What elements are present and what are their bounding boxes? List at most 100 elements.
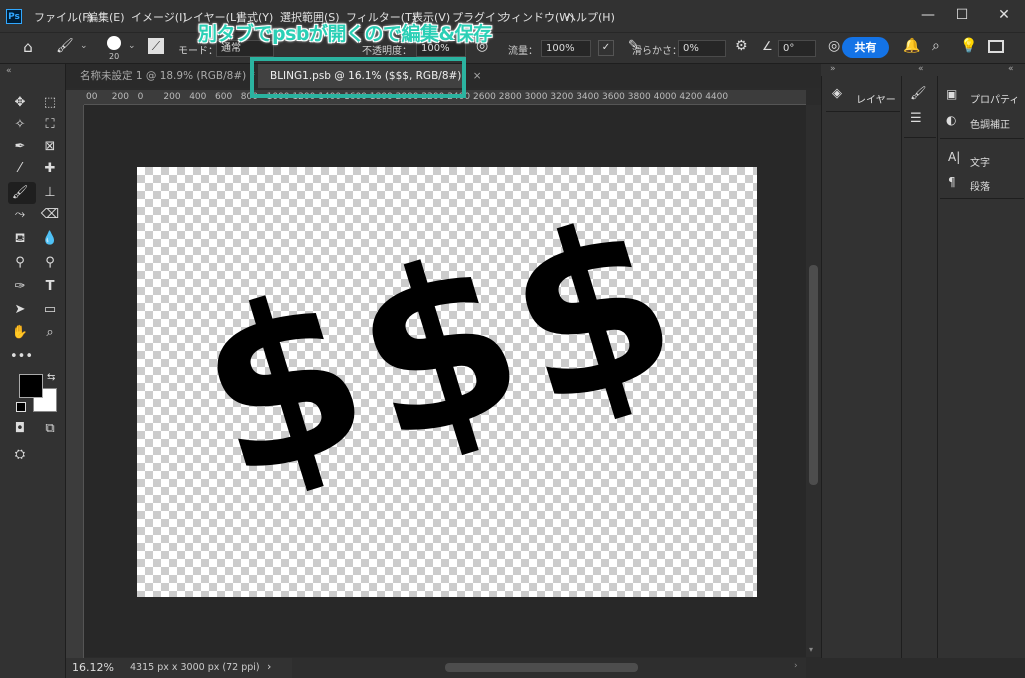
maximize-button[interactable]: ☐ <box>952 5 972 25</box>
share-button[interactable]: 共有 <box>842 37 889 58</box>
search-icon[interactable]: ⌕ <box>932 38 940 54</box>
generative-icon[interactable]: ⛭ <box>10 446 30 464</box>
menu-edit[interactable]: 編集(E) <box>87 9 125 25</box>
menu-image[interactable]: イメージ(I) <box>131 9 187 25</box>
frame-tool-icon[interactable]: ⊠ <box>40 138 60 156</box>
workspace-icon[interactable] <box>988 40 1004 53</box>
marquee-tool-icon[interactable]: ⬚ <box>40 94 60 112</box>
history-brush-icon[interactable]: ⤳ <box>10 206 30 224</box>
brush-settings-icon[interactable]: ⟋ <box>148 38 164 54</box>
zoom-level[interactable]: 16.12% <box>72 661 114 674</box>
stamp-tool-icon[interactable]: ⊥ <box>40 184 60 202</box>
more-tools-icon[interactable]: ••• <box>10 348 33 366</box>
smoothing-label: 滑らかさ： <box>632 46 682 57</box>
brush-size-preview[interactable] <box>107 36 121 50</box>
quick-select-tool-icon[interactable]: ✧ <box>10 116 30 134</box>
tab-untitled-1[interactable]: 名称未設定 1 @ 18.9% (RGB/8#) * × <box>70 64 275 88</box>
brush-settings-panel-icon[interactable]: 🖌 <box>910 86 927 101</box>
flow-field[interactable]: 100% <box>541 40 591 57</box>
hand-tool-icon[interactable]: ✋ <box>10 324 30 342</box>
eyedropper-tool-icon[interactable]: ✒ <box>10 138 30 156</box>
move-tool-icon[interactable]: ✥ <box>10 94 30 112</box>
properties-icon[interactable]: ▣ <box>946 87 957 101</box>
type-tool-icon[interactable]: T <box>40 278 60 296</box>
close-window-button[interactable]: ✕ <box>994 5 1014 25</box>
scroll-right-arrow-icon[interactable]: › <box>794 661 798 671</box>
layers-panel-label[interactable]: レイヤー <box>856 91 896 106</box>
collapse-arrows-icon[interactable]: « <box>918 64 924 74</box>
angle-field[interactable]: 0° <box>778 40 816 57</box>
zoom-tool-icon[interactable]: ⌕ <box>40 324 60 342</box>
highlight-box <box>250 57 466 98</box>
ruler-tick-label: 400 <box>189 92 207 102</box>
collapse-arrows-icon[interactable]: « <box>1008 64 1014 74</box>
ruler-origin <box>66 90 84 105</box>
tab-close-icon[interactable]: × <box>473 70 482 82</box>
dodge-tool-icon[interactable]: ⚲ <box>10 254 30 272</box>
path-select-icon[interactable]: ➤ <box>10 301 30 319</box>
status-menu-arrow-icon[interactable]: › <box>267 660 271 673</box>
smoothing-field[interactable]: 0% <box>678 40 726 57</box>
ruler-tick-label: 3200 <box>550 92 574 102</box>
tools-panel-dock <box>901 76 937 658</box>
adjustments-panel-label[interactable]: 色調補正 <box>970 116 1010 131</box>
ruler-tick-label: 3000 <box>524 92 548 102</box>
eyedropper-alt-icon[interactable]: ⁄ <box>10 160 30 178</box>
brush-tool-icon[interactable]: 🖌 <box>10 184 30 202</box>
eraser-tool-icon[interactable]: ⌫ <box>40 206 60 224</box>
quick-mask-icon[interactable]: ◘ <box>10 420 30 438</box>
properties-panel-label[interactable]: プロパティ <box>970 91 1019 106</box>
blur-tool-icon[interactable]: 💧 <box>40 230 60 248</box>
ruler-tick-label: 4200 <box>679 92 703 102</box>
vertical-scroll-thumb[interactable] <box>809 265 818 485</box>
pressure-size-icon[interactable]: ◎ <box>828 38 840 54</box>
annotation-caption: 別タブでpsbが開くので編集&保存 <box>198 23 492 45</box>
menu-file[interactable]: ファイル(F) <box>34 9 93 25</box>
home-icon[interactable]: ⌂ <box>14 38 42 58</box>
swap-colors-icon[interactable]: ⇆ <box>47 372 55 383</box>
menu-help[interactable]: ヘルプ(H) <box>565 9 615 25</box>
layers-icon[interactable]: ◈ <box>832 86 842 101</box>
paragraph-panel-label[interactable]: 段落 <box>970 178 990 193</box>
photoshop-logo: Ps <box>6 9 22 24</box>
scroll-down-arrow-icon[interactable]: ▾ <box>809 645 813 654</box>
collapse-arrows-icon[interactable]: « <box>6 66 12 76</box>
sliders-icon[interactable]: ☰ <box>910 111 922 126</box>
ruler-tick-label: 3400 <box>576 92 600 102</box>
paint-bucket-icon[interactable]: ⛾ <box>10 230 30 248</box>
lightbulb-icon[interactable]: 💡 <box>960 38 977 54</box>
character-panel-label[interactable]: 文字 <box>970 154 990 169</box>
pen-tool-icon[interactable]: ✑ <box>10 278 30 296</box>
bell-icon[interactable]: 🔔 <box>903 38 920 54</box>
character-icon[interactable]: A| <box>948 150 960 164</box>
minimize-button[interactable]: — <box>918 5 938 25</box>
gear-icon[interactable]: ⚙ <box>735 38 748 54</box>
paragraph-icon[interactable]: ¶ <box>948 175 956 189</box>
ruler-tick-label: 3600 <box>602 92 625 102</box>
ruler-tick-label: 2600 <box>473 92 496 102</box>
layers-panel-dock <box>821 76 901 658</box>
horizontal-scroll-thumb[interactable] <box>445 663 638 672</box>
adjustments-icon[interactable]: ◐ <box>946 113 956 127</box>
collapse-arrows-icon[interactable]: » <box>830 64 836 74</box>
chevron-down-icon[interactable]: ⌄ <box>128 41 136 51</box>
flow-label: 流量： <box>508 46 538 57</box>
ruler-tick-label: 600 <box>215 92 233 102</box>
divider <box>826 111 900 112</box>
vertical-ruler <box>66 90 84 658</box>
healing-tool-icon[interactable]: ✚ <box>40 160 60 178</box>
tools-panel <box>0 64 66 678</box>
foreground-color-swatch[interactable] <box>19 374 43 398</box>
chevron-down-icon[interactable]: ⌄ <box>80 41 88 51</box>
sponge-tool-icon[interactable]: ⚲ <box>40 254 60 272</box>
document-info: 4315 px x 3000 px (72 ppi) <box>130 662 260 673</box>
screen-mode-icon[interactable]: ⧉ <box>40 420 60 438</box>
brush-preset-icon[interactable]: 🖌 <box>56 38 74 54</box>
document-canvas[interactable]: $ $ $ <box>137 167 757 597</box>
airbrush-icon[interactable]: ✓ <box>598 40 614 56</box>
rectangle-tool-icon[interactable]: ▭ <box>40 301 60 319</box>
divider <box>904 137 936 138</box>
crop-tool-icon[interactable]: ⛶ <box>40 116 60 134</box>
default-colors-icon[interactable] <box>16 402 26 412</box>
menu-window[interactable]: ウィンドウ(W) <box>500 9 574 25</box>
